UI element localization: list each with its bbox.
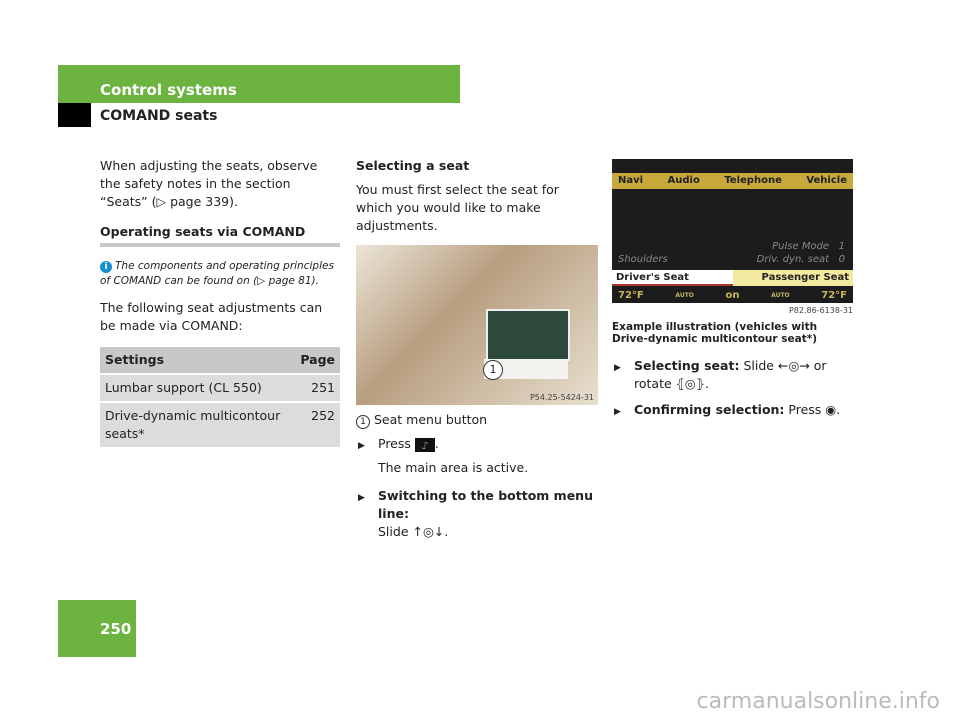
comand-screen: Navi Audio Telephone Vehicle Shoulders Puls… bbox=[612, 159, 853, 303]
column-1: When adjusting the seats, observe the sa… bbox=[100, 157, 340, 447]
adjustments-text: The following seat adjustments can be ma… bbox=[100, 300, 323, 333]
header-page: Page bbox=[300, 352, 335, 367]
header-settings: Settings bbox=[105, 352, 165, 367]
temp-left: 72°F bbox=[618, 290, 644, 301]
cell-setting: Drive-dynamic multicontour seats* bbox=[105, 408, 281, 441]
table-header: Settings Page bbox=[100, 347, 340, 374]
divider bbox=[100, 243, 340, 247]
select-seat-text: You must first select the seat for which… bbox=[356, 182, 559, 233]
callout-marker: 1 bbox=[356, 415, 370, 429]
driv-dyn-seat: Driv. dyn. seat bbox=[756, 254, 830, 265]
step-result: The main area is active. bbox=[378, 460, 529, 475]
cell-page: 251 bbox=[311, 380, 335, 395]
seat-menu-button-label: Seat menu button bbox=[374, 412, 488, 427]
column-2: Selecting a seat You must first select t… bbox=[356, 157, 598, 541]
driv-dyn-value: 0 bbox=[838, 254, 845, 265]
pulse-mode: Pulse Mode bbox=[772, 241, 830, 252]
column-3: Navi Audio Telephone Vehicle Shoulders Puls… bbox=[612, 159, 853, 421]
table-row: Drive-dynamic multicontour seats* 252 bbox=[100, 402, 340, 447]
passenger-seat-tab[interactable]: Passenger Seat bbox=[732, 270, 853, 286]
climate-on: on bbox=[725, 290, 740, 301]
console-photo: 1 P54.25-5424-31 bbox=[356, 245, 598, 405]
page-number: 250 bbox=[100, 620, 132, 638]
section-heading: Operating seats via COMAND bbox=[100, 224, 306, 239]
image-code: P54.25-5424-31 bbox=[529, 393, 594, 402]
settings-table: Settings Page Lumbar support (CL 550) 251 … bbox=[100, 347, 340, 447]
auto-right: AUTO bbox=[771, 292, 790, 299]
cell-setting: Lumbar support (CL 550) bbox=[105, 380, 262, 395]
header-bar: Control systems bbox=[58, 65, 460, 103]
step-text: Press ◉. bbox=[788, 402, 841, 417]
seat-button-icon: ⑀ bbox=[414, 437, 435, 452]
screen-menu: Navi Audio Telephone Vehicle bbox=[612, 173, 853, 189]
page-number-box: 250 bbox=[58, 600, 136, 657]
info-note: The components and operating principles … bbox=[100, 260, 334, 287]
driver-seat-tab[interactable]: Driver's Seat bbox=[612, 270, 733, 286]
info-icon: i bbox=[100, 261, 112, 273]
press-step: Press bbox=[378, 436, 411, 451]
shoulders-label: Shoulders bbox=[618, 254, 668, 265]
header-marker bbox=[58, 103, 91, 127]
seat-button-closeup bbox=[486, 309, 570, 361]
subsection-title: COMAND seats bbox=[100, 108, 218, 124]
auto-left: AUTO bbox=[675, 292, 694, 299]
callout-1: 1 bbox=[483, 360, 503, 380]
watermark: carmanualsonline.info bbox=[696, 689, 940, 714]
cell-page: 252 bbox=[311, 408, 335, 423]
temp-right: 72°F bbox=[821, 290, 847, 301]
intro-text: When adjusting the seats, observe the sa… bbox=[100, 158, 318, 209]
step-text: Slide ↑◎↓. bbox=[378, 524, 449, 539]
step-bold: Confirming selection: bbox=[634, 402, 785, 417]
table-row: Lumbar support (CL 550) 251 bbox=[100, 374, 340, 402]
pulse-value: 1 bbox=[838, 241, 845, 252]
menu-vehicle: Vehicle bbox=[806, 175, 847, 186]
menu-telephone: Telephone bbox=[724, 175, 782, 186]
menu-audio: Audio bbox=[667, 175, 700, 186]
step-bold: Switching to the bottom menu line: bbox=[378, 488, 593, 521]
select-seat-heading: Selecting a seat bbox=[356, 158, 470, 173]
step-bold: Selecting seat: bbox=[634, 358, 740, 373]
menu-navi: Navi bbox=[618, 175, 644, 186]
figure-caption: Example illustration (vehicles with Driv… bbox=[612, 321, 818, 345]
image-code: P82.86-6138-31 bbox=[788, 306, 853, 315]
section-title: Control systems bbox=[100, 81, 237, 99]
